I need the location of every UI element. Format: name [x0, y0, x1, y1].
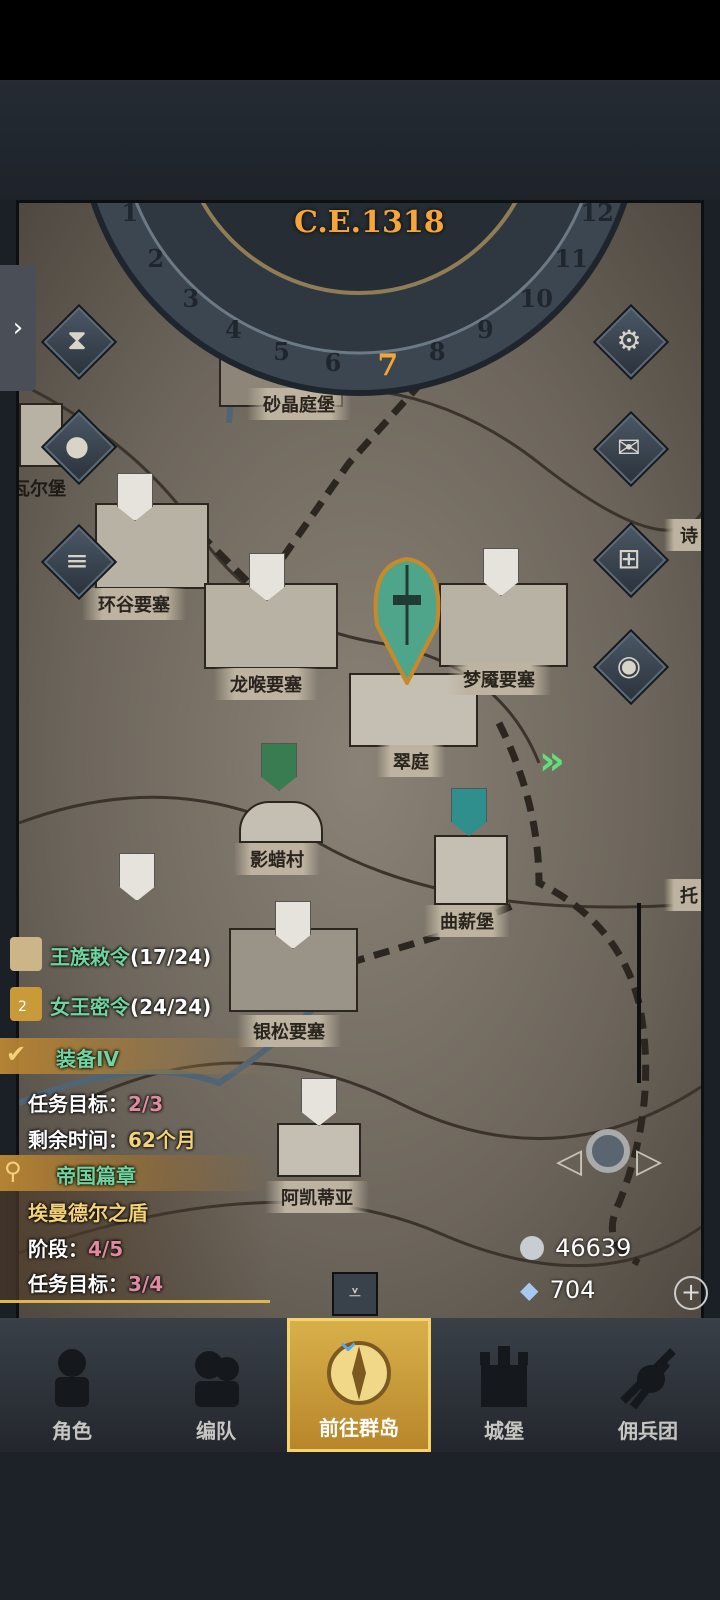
castle-huangu[interactable] [95, 503, 209, 589]
money-bag-icon: ● [64, 428, 90, 462]
nav-castle[interactable]: 城堡 [432, 1318, 576, 1452]
empire-stage-label: 阶段： [28, 1237, 88, 1261]
status-bar [0, 0, 720, 80]
crystal-amount: 704 [549, 1276, 596, 1304]
silver-coin-icon [520, 1236, 544, 1260]
equipment-title: 装备IV [56, 1047, 119, 1071]
scroll-button[interactable]: ≡ [40, 523, 118, 601]
label-yingla: 影蜡村 [234, 843, 320, 875]
label-akaidiya: 阿凯蒂亚 [265, 1181, 369, 1213]
nav-mercenary[interactable]: 佣兵团 [576, 1318, 720, 1452]
expand-panel-button[interactable]: › [0, 265, 36, 391]
equipment-goal-value: 2/3 [128, 1092, 164, 1116]
nav-character-label: 角色 [52, 1419, 92, 1443]
scroll-icon: ≡ [65, 543, 89, 577]
silver-resource: 46639 [520, 1234, 631, 1262]
silver-amount: 46639 [555, 1234, 632, 1262]
target-icon [586, 1129, 630, 1173]
camera-pan-control[interactable]: ◁ ▷ [556, 1125, 666, 1201]
label-shi: 诗 [664, 519, 701, 551]
arrow-right-icon: ▷ [636, 1141, 663, 1181]
month-number: 9 [477, 314, 494, 344]
queen-order-quest[interactable]: 2 女王密令(24/24) [0, 985, 240, 1025]
label-mengyan: 梦魇要塞 [447, 663, 551, 695]
village-yingla[interactable] [239, 801, 323, 843]
royal-decree-progress: (17/24) [130, 945, 212, 969]
map-grid-button[interactable]: ⊞ [592, 521, 670, 599]
nav-archipelago-label: 前往群岛 [319, 1416, 399, 1440]
hourglass-button[interactable]: ⧗ [40, 303, 118, 381]
equipment-time-label: 剩余时间： [28, 1128, 128, 1152]
top-frame [0, 80, 720, 200]
month-number: 10 [519, 283, 553, 313]
empire-quest[interactable]: ⚲ 帝国篇章 埃曼德尔之盾 阶段：4/5 任务目标：3/4 [0, 1155, 270, 1303]
crystal-icon: ◆ [520, 1276, 539, 1304]
empire-stage-value: 4/5 [88, 1237, 124, 1261]
coin-button[interactable]: ◉ [592, 628, 670, 706]
month-number: 3 [182, 283, 200, 313]
label-cuiting: 翠庭 [377, 745, 445, 777]
royal-decree-title: 王族敕令 [50, 945, 130, 969]
settings-button[interactable]: ⚙ [592, 303, 670, 381]
equipment-time-value: 62个月 [128, 1128, 196, 1152]
month-number: 12 [580, 200, 614, 228]
scroll-icon [10, 937, 42, 971]
month-number: 1 [121, 200, 139, 228]
era-label: C.E.1318 [294, 205, 445, 240]
nav-formation-label: 编队 [196, 1419, 236, 1443]
month-number: 4 [224, 314, 242, 344]
mercenary-icon [620, 1348, 676, 1410]
money-bag-button[interactable]: ● [40, 408, 118, 486]
label-tuo: 托 [664, 879, 701, 911]
empire-subtitle: 埃曼德尔之盾 [28, 1201, 148, 1225]
nav-character[interactable]: 角色 [0, 1318, 144, 1452]
formation-icon [195, 1351, 239, 1407]
empire-title: 帝国篇章 [56, 1164, 136, 1188]
hourglass-icon: ⧗ [67, 323, 87, 356]
empire-goal-value: 3/4 [128, 1272, 164, 1296]
castle-mengyan[interactable] [439, 583, 568, 667]
nav-formation[interactable]: 编队 [144, 1318, 288, 1452]
equipment-goal-label: 任务目标： [28, 1092, 128, 1116]
castle-icon [480, 1346, 528, 1407]
month-number: 5 [273, 336, 290, 366]
archipelago-indicator-icon: ⌄ [334, 1320, 363, 1360]
equipment-quest[interactable]: ✔ 装备IV 任务目标：2/3 剩余时间：62个月 [0, 1038, 270, 1158]
gear-icon: ⚙ [616, 323, 642, 357]
player-helmet-marker[interactable] [369, 555, 445, 685]
collapse-down-button[interactable]: ⩡ [332, 1272, 378, 1316]
map-grid-icon: ⊞ [617, 541, 641, 575]
queen-order-title: 女王密令 [50, 995, 130, 1019]
checkmark-icon: ✔ [6, 1040, 27, 1068]
queen-order-progress: (24/24) [130, 995, 212, 1019]
coin-icon: ◉ [616, 648, 642, 682]
queen-order-badge: 2 [18, 999, 27, 1015]
empire-goal-label: 任务目标： [28, 1272, 128, 1296]
add-resource-button[interactable]: + [674, 1276, 708, 1310]
crystal-resource: ◆ 704 [520, 1276, 595, 1304]
month-number: 11 [554, 244, 588, 274]
month-number: 6 [324, 347, 342, 377]
castle-quxin[interactable] [434, 835, 508, 905]
month-number: 8 [428, 336, 446, 366]
nav-castle-label: 城堡 [484, 1419, 524, 1443]
month-number: 7 [377, 347, 399, 383]
magnifier-icon: ⚲ [4, 1157, 22, 1185]
nav-mercenary-label: 佣兵团 [618, 1419, 678, 1443]
chevron-right-icon[interactable]: » [539, 738, 565, 784]
label-quxin: 曲薪堡 [424, 905, 510, 937]
bottom-frame [0, 1452, 720, 1600]
royal-decree-quest[interactable]: 王族敕令(17/24) [0, 935, 240, 975]
mail-button[interactable]: ✉ [592, 410, 670, 488]
mail-icon: ✉ [617, 430, 641, 464]
label-longhou: 龙喉要塞 [214, 668, 318, 700]
knight-icon [55, 1349, 89, 1407]
castle-akaidiya[interactable] [277, 1123, 361, 1177]
arrow-left-icon: ◁ [556, 1141, 583, 1181]
month-number: 2 [147, 244, 165, 274]
